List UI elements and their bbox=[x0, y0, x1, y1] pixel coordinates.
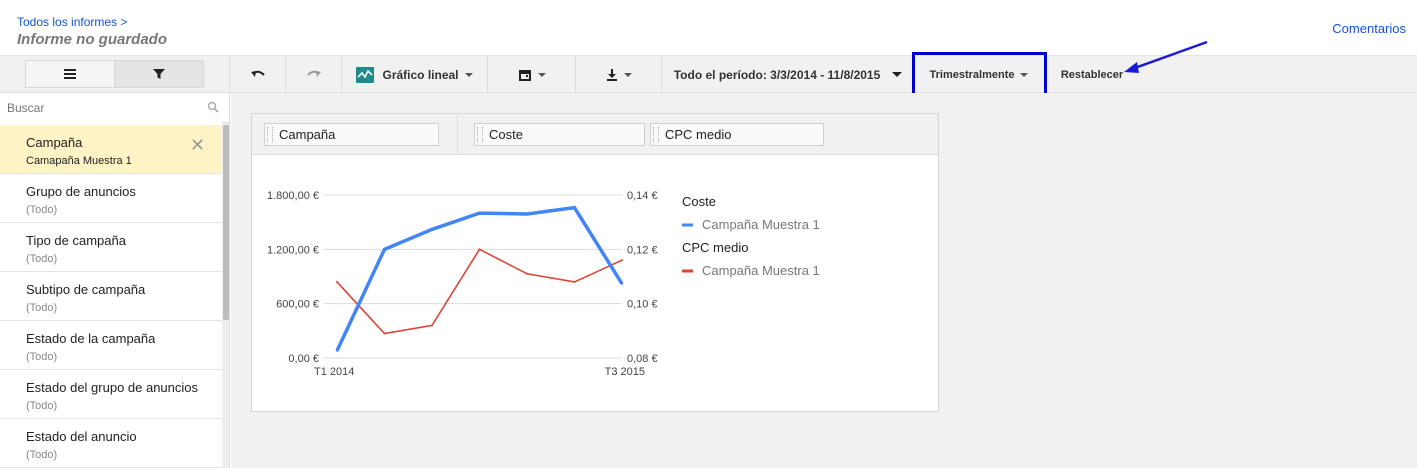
filter-item-label: Estado de la campaña bbox=[26, 331, 156, 346]
data-point-cost bbox=[573, 206, 576, 209]
filter-item-value: (Todo) bbox=[26, 253, 58, 265]
filter-item-label: Campaña bbox=[26, 135, 83, 150]
data-point-cost bbox=[526, 213, 528, 216]
chevron-down-icon bbox=[537, 72, 546, 77]
redo-button[interactable] bbox=[286, 56, 342, 93]
filter-item-ad-status[interactable]: Estado del anuncio (Todo) bbox=[0, 419, 222, 468]
filter-item-value: (Todo) bbox=[26, 449, 58, 461]
period-label: Todo el período: 3/3/2014 - 11/8/2015 bbox=[673, 67, 881, 82]
chart-type-label: Gráfico lineal bbox=[382, 67, 459, 82]
data-point-cost bbox=[621, 282, 623, 285]
sidebar-scroll-thumb[interactable] bbox=[223, 125, 229, 320]
filter-icon bbox=[153, 69, 165, 79]
columns-tab[interactable] bbox=[25, 60, 115, 88]
chart-type-dropdown[interactable]: Gráfico lineal bbox=[342, 56, 488, 93]
filter-item-campaign[interactable]: Campaña Camapaña Muestra 1 ✕ bbox=[0, 125, 222, 174]
filter-item-value: Camapaña Muestra 1 bbox=[26, 155, 132, 167]
left-axis-tick-label: 1.200,00 € bbox=[267, 244, 319, 256]
page-title: Informe no guardado bbox=[17, 31, 167, 48]
annotation-highlight-box bbox=[912, 52, 1047, 98]
chart-card: Campaña Coste CPC medio 0,00 € 600,00 € 1.… bbox=[251, 113, 939, 412]
redo-icon bbox=[306, 70, 321, 77]
metric-chip-cost[interactable]: Coste bbox=[474, 123, 645, 146]
dimension-chip-campaign[interactable]: Campaña bbox=[264, 123, 439, 146]
filter-item-ad-group[interactable]: Grupo de anuncios (Todo) bbox=[0, 174, 222, 223]
annotation-arrow bbox=[1124, 40, 1208, 73]
right-axis-tick-label: 0,12 € bbox=[627, 244, 658, 256]
filter-sidebar: Campaña Camapaña Muestra 1 ✕ Grupo de an… bbox=[0, 93, 230, 468]
download-dropdown[interactable] bbox=[576, 56, 662, 93]
data-point-cpc bbox=[431, 324, 433, 327]
data-point-cost bbox=[478, 212, 481, 215]
filter-item-ad-group-status[interactable]: Estado del grupo de anuncios (Todo) bbox=[0, 370, 222, 419]
metric-chip-avg-cpc[interactable]: CPC medio bbox=[650, 123, 824, 146]
filter-item-campaign-subtype[interactable]: Subtipo de campaña (Todo) bbox=[0, 272, 222, 321]
calendar-dropdown[interactable] bbox=[488, 56, 576, 93]
filter-item-campaign-status[interactable]: Estado de la campaña (Todo) bbox=[0, 321, 222, 370]
list-icon bbox=[64, 69, 76, 79]
filter-item-value: (Todo) bbox=[26, 400, 58, 412]
filters-tab[interactable] bbox=[114, 60, 204, 88]
breadcrumb-all-reports[interactable]: Todos los informes > bbox=[17, 15, 127, 29]
line-chart-icon bbox=[356, 66, 375, 83]
calendar-icon bbox=[518, 69, 531, 81]
filter-item-label: Estado del grupo de anuncios bbox=[26, 380, 199, 395]
chip-divider bbox=[457, 114, 458, 155]
search-icon[interactable] bbox=[207, 101, 219, 113]
filter-item-value: (Todo) bbox=[26, 351, 58, 363]
search-box bbox=[0, 93, 229, 123]
data-point-cpc bbox=[478, 248, 481, 251]
data-point-cost bbox=[431, 228, 433, 231]
right-axis-tick-label: 0,14 € bbox=[627, 190, 658, 202]
left-axis-tick-label: 0,00 € bbox=[288, 353, 319, 365]
period-dropdown[interactable]: Todo el período: 3/3/2014 - 11/8/2015 bbox=[662, 56, 914, 93]
field-chip-bar: Campaña Coste CPC medio bbox=[252, 114, 938, 155]
right-axis-tick-label: 0,10 € bbox=[627, 299, 658, 311]
data-point-cpc bbox=[336, 280, 338, 283]
left-axis-tick-label: 1.800,00 € bbox=[267, 190, 319, 202]
x-axis-tick-label: T3 2015 bbox=[605, 366, 645, 378]
data-point-cpc bbox=[526, 272, 528, 275]
x-axis-tick-label: T1 2014 bbox=[314, 366, 354, 378]
undo-button[interactable] bbox=[231, 56, 286, 93]
line-chart: 0,00 € 600,00 € 1.200,00 € 1.800,00 € 0,08 €… bbox=[267, 190, 820, 378]
filter-item-value: (Todo) bbox=[26, 302, 58, 314]
legend-group-cost: Coste bbox=[682, 194, 716, 209]
left-axis-tick-label: 600,00 € bbox=[276, 299, 319, 311]
chevron-down-icon bbox=[892, 72, 903, 77]
sidebar-tabs bbox=[0, 56, 230, 93]
filter-item-label: Grupo de anuncios bbox=[26, 184, 136, 199]
chevron-down-icon bbox=[623, 72, 632, 77]
close-icon[interactable]: ✕ bbox=[190, 135, 205, 156]
filter-item-label: Subtipo de campaña bbox=[26, 282, 146, 297]
filter-item-campaign-type[interactable]: Tipo de campaña (Todo) bbox=[0, 223, 222, 272]
data-point-cost bbox=[336, 349, 338, 352]
search-input[interactable] bbox=[0, 93, 222, 123]
data-point-cost bbox=[383, 248, 386, 251]
download-icon bbox=[606, 68, 617, 81]
chevron-down-icon bbox=[464, 72, 473, 77]
legend-series-cost: Campaña Muestra 1 bbox=[702, 217, 820, 232]
undo-icon bbox=[251, 70, 265, 77]
data-point-cpc bbox=[383, 332, 386, 335]
legend-group-cpc: CPC medio bbox=[682, 240, 748, 255]
filter-item-label: Tipo de campaña bbox=[26, 233, 126, 248]
feedback-link[interactable]: Comentarios bbox=[1332, 21, 1406, 36]
right-axis-tick-label: 0,08 € bbox=[627, 353, 658, 365]
legend-series-cpc: Campaña Muestra 1 bbox=[702, 263, 820, 278]
filter-item-value: (Todo) bbox=[26, 204, 58, 216]
data-point-cpc bbox=[621, 259, 623, 262]
data-point-cpc bbox=[573, 280, 576, 283]
filter-item-label: Estado del anuncio bbox=[26, 429, 137, 444]
